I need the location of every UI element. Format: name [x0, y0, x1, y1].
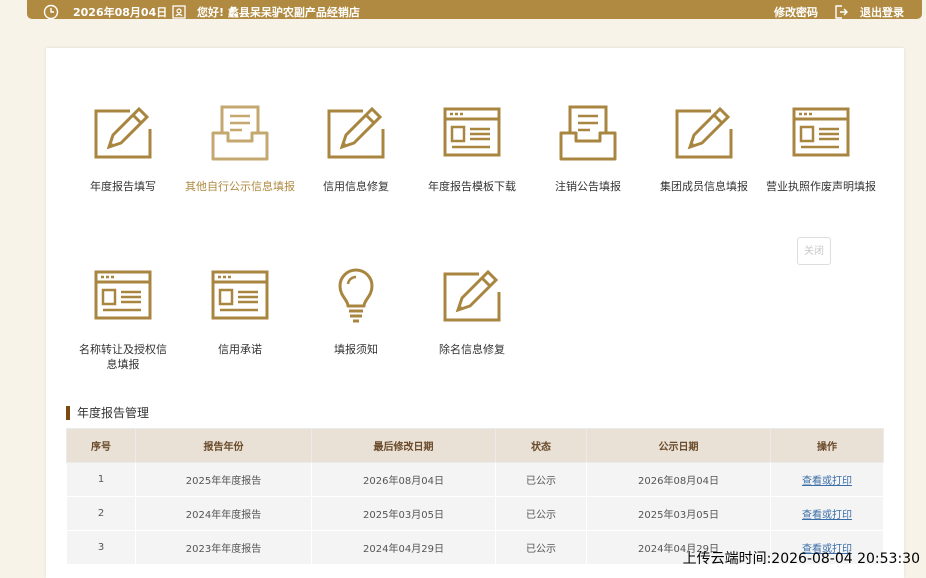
column-header: 报告年份	[135, 428, 312, 463]
user-card-icon	[172, 5, 186, 19]
cell-index: 2	[66, 496, 136, 531]
tile-label: 注销公告填报	[555, 180, 621, 193]
edit-pen-icon	[675, 106, 733, 159]
column-header: 操作	[770, 428, 884, 463]
inbox-tray-icon	[559, 105, 617, 161]
annual-report-table: 序号 报告年份 最后修改日期 状态 公示日期 操作 1 2025年年度报告 20…	[66, 428, 884, 565]
inbox-tray-icon	[211, 105, 269, 161]
column-header: 最后修改日期	[311, 428, 496, 463]
tile-label: 其他自行公示信息填报	[185, 180, 295, 193]
cell-modified-date: 2026年08月04日	[311, 462, 496, 497]
top-bar: 2026年08月04日 您好! 蠡县呆呆驴农副产品经销店 修改密码 退出登录	[27, 0, 922, 20]
table-row: 2 2024年年度报告 2025年03月05日 已公示 2025年03月05日 …	[66, 496, 884, 531]
logout-icon[interactable]	[833, 4, 849, 20]
view-print-link[interactable]: 查看或打印	[802, 476, 852, 487]
tile-label: 填报须知	[334, 343, 378, 356]
main-panel: 年度报告填写 其他自行公示信息填报 信用信息修复 年度报告模板下载 注销公告填报…	[46, 48, 904, 578]
cell-action: 查看或打印	[770, 496, 884, 531]
edit-pen-icon	[327, 106, 385, 159]
tile-label: 名称转让及授权信息填报	[79, 343, 167, 371]
cell-modified-date: 2024年04月29日	[311, 530, 496, 565]
close-button[interactable]: 关闭	[797, 237, 831, 265]
current-date: 2026年08月04日	[73, 6, 168, 19]
form-window-icon	[94, 270, 152, 320]
tile-label: 信用承诺	[218, 343, 262, 356]
cell-report-year: 2023年年度报告	[135, 530, 312, 565]
column-header: 公示日期	[586, 428, 771, 463]
form-window-icon	[443, 107, 501, 157]
tile-label: 信用信息修复	[323, 180, 389, 193]
cell-status: 已公示	[495, 530, 587, 565]
cell-status: 已公示	[495, 462, 587, 497]
column-header: 状态	[495, 428, 587, 463]
tile-label: 除名信息修复	[439, 343, 505, 356]
cell-action: 查看或打印	[770, 462, 884, 497]
logout-link[interactable]: 退出登录	[833, 4, 904, 20]
cell-publish-date: 2026年08月04日	[586, 462, 771, 497]
tile-label: 年度报告模板下载	[428, 180, 516, 193]
section-title: 年度报告管理	[66, 406, 149, 420]
cell-modified-date: 2025年03月05日	[311, 496, 496, 531]
edit-pen-icon	[443, 269, 501, 322]
greeting-area: 您好! 蠡县呆呆驴农副产品经销店	[171, 4, 360, 20]
cell-status: 已公示	[495, 496, 587, 531]
cell-report-year: 2025年年度报告	[135, 462, 312, 497]
table-header-row: 序号 报告年份 最后修改日期 状态 公示日期 操作	[66, 428, 884, 463]
greeting-text: 您好! 蠡县呆呆驴农副产品经销店	[197, 6, 360, 19]
tile-label: 集团成员信息填报	[660, 180, 748, 193]
lightbulb-icon	[338, 268, 374, 323]
cell-index: 1	[66, 462, 136, 497]
cell-publish-date: 2025年03月05日	[586, 496, 771, 531]
cell-report-year: 2024年年度报告	[135, 496, 312, 531]
change-password-link[interactable]: 修改密码	[774, 4, 818, 20]
cell-index: 3	[66, 530, 136, 565]
column-header: 序号	[66, 428, 136, 463]
form-window-icon	[792, 107, 850, 157]
view-print-link[interactable]: 查看或打印	[802, 510, 852, 521]
tile-label: 年度报告填写	[90, 180, 156, 193]
edit-pen-icon	[94, 106, 152, 159]
date-area: 2026年08月04日	[43, 4, 167, 20]
form-window-icon	[211, 270, 269, 320]
upload-timestamp: 上传云端时间:2026-08-04 20:53:30	[682, 551, 920, 567]
table-row: 1 2025年年度报告 2026年08月04日 已公示 2026年08月04日 …	[66, 462, 884, 497]
clock-icon	[43, 4, 59, 20]
tile-label: 营业执照作废声明填报	[766, 180, 876, 193]
